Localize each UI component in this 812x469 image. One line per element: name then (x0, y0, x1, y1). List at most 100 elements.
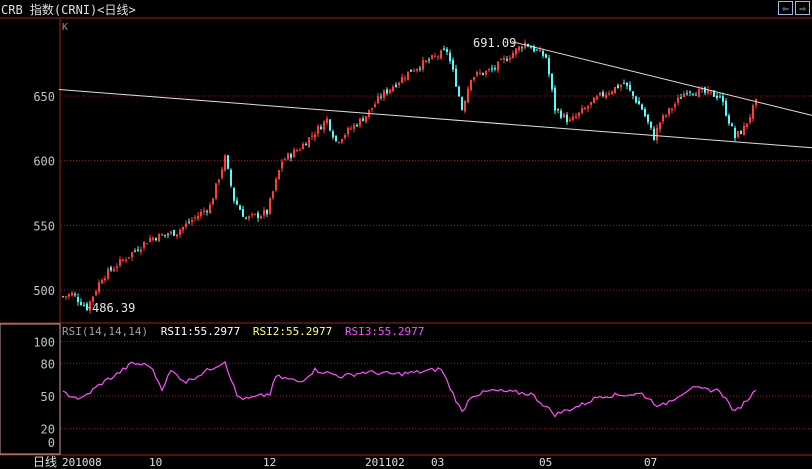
candle-down (617, 85, 619, 89)
candle-up (65, 296, 67, 298)
candle-up (140, 249, 142, 253)
candle-down (137, 249, 139, 251)
candle-down (335, 135, 337, 142)
rsi-tick-label: 20 (41, 423, 55, 437)
candle-up (248, 216, 250, 219)
candle-down (638, 100, 640, 105)
candle-down (236, 200, 238, 205)
candle-up (743, 125, 745, 136)
candle-up (467, 88, 469, 103)
candle-up (422, 60, 424, 70)
candle-up (581, 108, 583, 113)
rsi1-value: RSI1:55.2977 (161, 325, 240, 338)
candle-down (83, 304, 85, 306)
candle-down (482, 72, 484, 75)
y-axis: 500 550 600 650 020 50 80 100 (33, 90, 55, 450)
candle-up (182, 226, 184, 231)
candle-down (449, 52, 451, 62)
candle-up (746, 123, 748, 127)
price-tick-label: 500 (33, 284, 55, 298)
candle-down (230, 169, 232, 186)
candle-down (74, 293, 76, 296)
candle-up (158, 233, 160, 242)
candle-down (410, 69, 412, 72)
candle-down (332, 131, 334, 138)
candle-down (239, 205, 241, 210)
candle-up (197, 215, 199, 219)
candle-up (224, 155, 226, 171)
candle-up (152, 237, 154, 240)
candle-up (359, 118, 361, 126)
candle-up (611, 91, 613, 95)
candle-down (695, 94, 697, 96)
candle-up (668, 108, 670, 115)
candle-up (254, 213, 256, 215)
candle-up (203, 210, 205, 213)
candle-up (209, 204, 211, 214)
candle-down (62, 296, 64, 298)
candle-up (500, 58, 502, 60)
candle-down (455, 68, 457, 87)
candle-down (629, 84, 631, 91)
price-tick-label: 650 (33, 90, 55, 104)
candle-up (659, 122, 661, 130)
candle-up (476, 72, 478, 76)
candle-up (401, 76, 403, 83)
candle-down (461, 97, 463, 111)
candle-down (86, 303, 88, 311)
candle-down (521, 47, 523, 49)
candle-up (512, 52, 514, 59)
x-tick-label: 12 (263, 456, 276, 469)
candle-up (608, 93, 610, 95)
candle-up (308, 137, 310, 147)
candle-up (125, 259, 127, 261)
candle-down (242, 209, 244, 217)
candle-up (314, 134, 316, 138)
candle-down (320, 126, 322, 130)
candle-up (149, 237, 151, 242)
x-tick-label: 201008 (62, 456, 102, 469)
candle-up (341, 139, 343, 143)
candle-up (299, 149, 301, 151)
candle-up (338, 141, 340, 143)
candle-up (107, 268, 109, 279)
candle-up (377, 96, 379, 104)
candle-up (119, 259, 121, 266)
candle-up (68, 294, 70, 297)
candle-up (317, 126, 319, 134)
candle-down (560, 110, 562, 118)
x-tick-label: 05 (539, 456, 552, 469)
candle-down (386, 89, 388, 94)
candle-up (737, 131, 739, 137)
candle-up (473, 77, 475, 80)
candle-down (245, 217, 247, 219)
candle-up (161, 234, 163, 236)
rsi-legend: RSI(14,14,14) RSI1:55.2977 RSI2:55.2977 … (62, 325, 424, 338)
trendline-upper (511, 41, 812, 116)
candle-up (215, 183, 217, 199)
candle-up (143, 241, 145, 248)
candle-up (674, 104, 676, 108)
candle-up (671, 108, 673, 111)
candle-down (536, 49, 538, 51)
candle-up (194, 217, 196, 219)
candle-down (686, 93, 688, 95)
candle-down (110, 267, 112, 271)
candle-down (704, 87, 706, 93)
candle-up (350, 128, 352, 130)
max-price-label: 691.09 (473, 36, 516, 50)
candle-up (752, 105, 754, 119)
rsi-tick-label: 80 (41, 357, 55, 371)
candle-up (263, 210, 265, 216)
candle-down (134, 250, 136, 252)
candle-down (506, 59, 508, 61)
candle-up (191, 220, 193, 222)
candle-up (131, 252, 133, 258)
candle-down (329, 119, 331, 131)
candle-up (302, 143, 304, 150)
candle-down (380, 96, 382, 98)
candle-up (683, 93, 685, 98)
candle-up (485, 70, 487, 75)
candle-up (425, 60, 427, 63)
x-tick-label: 10 (149, 456, 162, 469)
